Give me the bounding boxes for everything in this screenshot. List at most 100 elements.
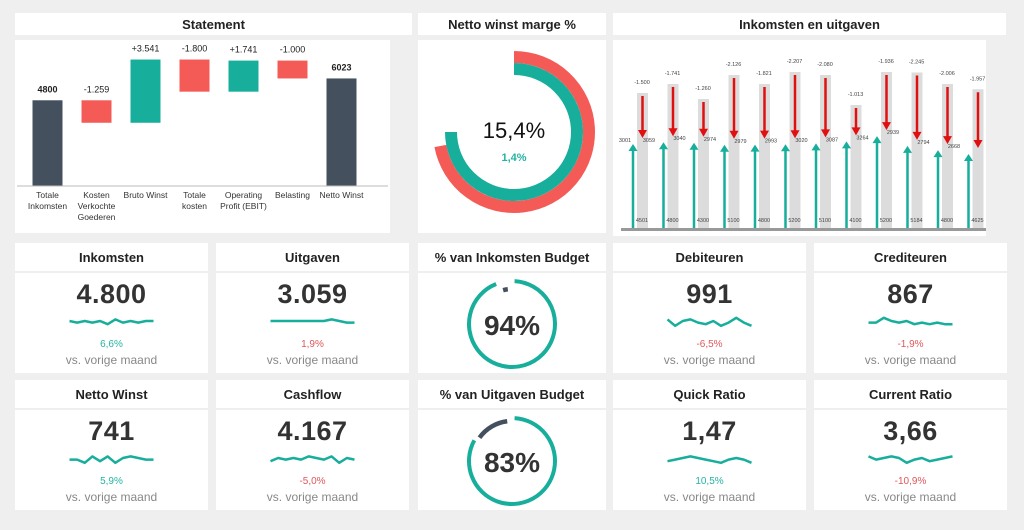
kpi-title-text: Current Ratio xyxy=(868,386,953,402)
kpi-sparkline xyxy=(69,455,154,465)
kpi-change-percent: -5,0% xyxy=(299,476,326,487)
expense-label: -2.126 xyxy=(726,62,742,68)
income-label: 4800 xyxy=(758,218,770,224)
statement-bar xyxy=(228,60,259,92)
sparkline-path xyxy=(270,318,355,324)
income-expense-title-text: Inkomsten en uitgaven xyxy=(739,16,880,32)
expense-label: -1.936 xyxy=(878,59,894,65)
statement-data-label: -1.259 xyxy=(84,84,110,94)
expense-label: -1.500 xyxy=(634,80,650,86)
kpi-comparison-label: vs. vorige maand xyxy=(65,353,158,367)
expense-label: -1.957 xyxy=(970,76,986,82)
expense-label: -2.006 xyxy=(939,71,955,77)
kpi-title: Quick Ratio xyxy=(613,380,806,408)
net-label: 2979 xyxy=(734,139,746,145)
statement-category-label: Profit (EBIT) xyxy=(220,201,267,211)
income-expense-axis xyxy=(621,228,986,231)
net-label: 3264 xyxy=(856,135,868,141)
income-label: 5100 xyxy=(727,218,739,224)
statement-category-label: Netto Winst xyxy=(320,190,365,200)
kpi-title: Netto Winst xyxy=(15,380,208,408)
statement-bar xyxy=(277,60,308,79)
kpi-value: 4.167 xyxy=(277,416,348,446)
kpi-value: 991 xyxy=(686,279,733,309)
kpi-title: Debiteuren xyxy=(613,243,806,271)
kpi-change-percent: -6,5% xyxy=(696,339,723,350)
expense-label: -2.207 xyxy=(787,59,803,65)
expense-label: -1.013 xyxy=(848,92,864,98)
expense-label: -1.260 xyxy=(695,86,711,92)
marge-chart-panel: 15,4% 1,4% xyxy=(418,40,606,233)
kpi-title-text: Uitgaven xyxy=(285,249,340,265)
statement-bar xyxy=(81,100,112,123)
statement-category-label: Belasting xyxy=(275,190,310,200)
kpi-value: 4.800 xyxy=(76,279,147,309)
expense-label: -2.245 xyxy=(909,59,925,65)
kpi-title-text: Crediteuren xyxy=(874,249,947,265)
statement-category-label: Kosten xyxy=(83,190,110,200)
kpi-value: 3.059 xyxy=(277,279,348,309)
kpi-comparison-label: vs. vorige maand xyxy=(266,490,359,504)
sparkline-path xyxy=(868,316,953,326)
kpi-card: 867 -1,9% vs. vorige maand xyxy=(814,273,1007,373)
statement-data-label: -1.000 xyxy=(280,45,306,55)
kpi-sparkline xyxy=(667,455,752,465)
statement-category-label: Inkomsten xyxy=(28,201,67,211)
kpi-comparison-label: vs. vorige maand xyxy=(864,490,957,504)
net-label: 3040 xyxy=(673,136,685,142)
sparkline-path xyxy=(667,455,752,465)
income-label: 4625 xyxy=(971,218,983,224)
kpi-title-text: Cashflow xyxy=(283,386,342,402)
kpi-title-text: Debiteuren xyxy=(675,249,744,265)
kpi-value: 867 xyxy=(887,279,934,309)
statement-waterfall-chart: 4800TotaleInkomsten-1.259KostenVerkochte… xyxy=(17,44,388,222)
marge-radial-chart: 15,4% 1,4% xyxy=(434,51,595,213)
net-label: 3059 xyxy=(643,138,655,144)
budget-title-text: % van Uitgaven Budget xyxy=(439,386,585,402)
kpi-sparkline xyxy=(666,316,752,328)
kpi-card: 4.800 6,6% vs. vorige maand xyxy=(15,273,208,373)
budget-gauge-remaining xyxy=(477,419,508,440)
marge-change: 1,4% xyxy=(501,152,526,164)
sparkline-path xyxy=(270,455,355,465)
income-label: 4800 xyxy=(666,218,678,224)
kpi-sparkline xyxy=(868,316,953,326)
kpi-comparison-label: vs. vorige maand xyxy=(864,353,957,367)
expense-label: -1.821 xyxy=(756,71,772,77)
kpi-title: Cashflow xyxy=(216,380,409,408)
kpi-value: 741 xyxy=(88,416,135,446)
sparkline-path xyxy=(666,316,752,328)
statement-bar xyxy=(32,100,63,186)
kpi-comparison-label: vs. vorige maand xyxy=(663,490,756,504)
kpi-comparison-label: vs. vorige maand xyxy=(663,353,756,367)
kpi-card: 991 -6,5% vs. vorige maand xyxy=(613,273,806,373)
statement-chart-panel: 4800 Totale Inkomsten -1.259 Kosten Verkochte… xyxy=(15,40,390,233)
budget-value: 83% xyxy=(484,447,540,478)
income-label: 4501 xyxy=(636,218,648,224)
budget-card: 83% xyxy=(418,410,606,510)
kpi-card: 3,66 -10,9% vs. vorige maand xyxy=(814,410,1007,510)
budget-gauge: 83% xyxy=(467,416,557,506)
statement-category-label: Goederen xyxy=(78,212,116,222)
net-label: 2974 xyxy=(704,137,716,143)
kpi-card: 741 5,9% vs. vorige maand xyxy=(15,410,208,510)
statement-bar xyxy=(179,59,210,92)
budget-gauge: 94% xyxy=(467,279,557,369)
sparkline-path xyxy=(69,318,154,326)
kpi-sparkline xyxy=(868,455,953,465)
kpi-value: 3,66 xyxy=(883,416,938,446)
statement-category-label: Bruto Winst xyxy=(124,190,169,200)
statement-data-label: 6023 xyxy=(331,62,351,72)
sparkline-path xyxy=(69,455,154,465)
statement-category-label: Totale xyxy=(36,190,59,200)
budget-card: 94% xyxy=(418,273,606,373)
net-label: 2794 xyxy=(917,140,929,146)
income-label: 5184 xyxy=(910,218,922,224)
income-expense-title: Inkomsten en uitgaven xyxy=(613,13,1006,35)
net-label: 2993 xyxy=(765,139,777,145)
kpi-title-text: Inkomsten xyxy=(78,249,144,265)
statement-title: Statement xyxy=(15,13,412,35)
kpi-change-percent: -10,9% xyxy=(894,476,927,487)
kpi-change-percent: 1,9% xyxy=(301,339,324,350)
extra-label: 3001 xyxy=(619,138,631,144)
